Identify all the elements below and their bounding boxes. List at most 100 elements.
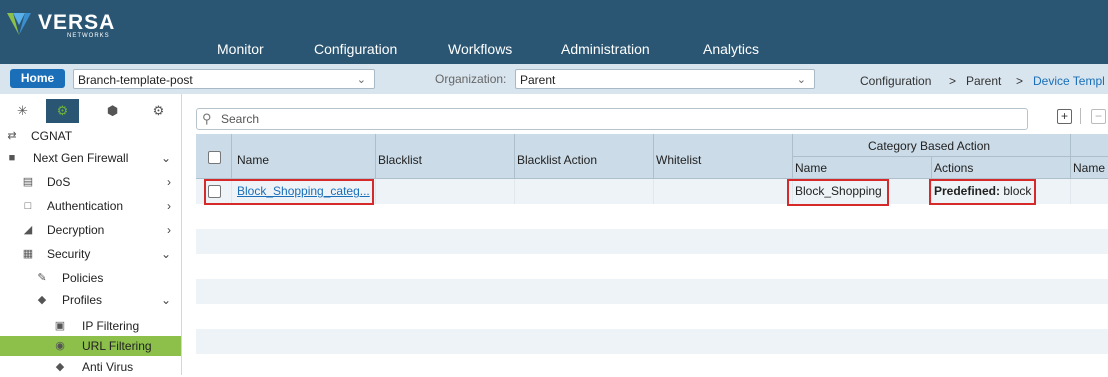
highlight-box-cba-action — [929, 179, 1036, 205]
empty-row — [196, 304, 1108, 329]
header-select-all — [196, 134, 232, 179]
header-category-based-action-label: Category Based Action — [868, 139, 991, 153]
cube-icon[interactable]: ⬢ — [96, 99, 129, 123]
header-next-name[interactable]: Name — [1071, 157, 1108, 179]
header-cba-actions[interactable]: Actions — [932, 157, 1071, 179]
search-icon: ⚲ — [202, 111, 212, 126]
sidebar-item-security[interactable]: ▦ Security ⌄ — [0, 244, 181, 264]
context-bar: Home Branch-template-post ⌄ Organization… — [0, 64, 1108, 94]
sidebar-item-label: CGNAT — [31, 129, 73, 143]
sidebar-item-cgnat[interactable]: ⇄ CGNAT — [0, 126, 181, 146]
search-input[interactable]: ⚲ Search — [196, 108, 1028, 130]
network-icon[interactable]: ✳ — [6, 99, 39, 123]
brand-sub: NETWORKS — [67, 33, 110, 39]
empty-row — [196, 254, 1108, 279]
firewall-icon: ■ — [8, 152, 16, 164]
organization-label: Organization: — [435, 72, 507, 86]
organization-select-value: Parent — [520, 73, 556, 87]
chevron-down-icon: ⌄ — [160, 151, 171, 165]
row-whitelist-cell — [654, 179, 793, 204]
nav-administration[interactable]: Administration — [561, 41, 650, 57]
cgnat-icon: ⇄ — [7, 130, 17, 142]
sidebar-item-label: Anti Virus — [82, 360, 134, 374]
unlock-icon: ◢ — [23, 224, 33, 236]
header-blacklist-action-label: Blacklist Action — [517, 153, 598, 167]
chevron-down-icon: ⌄ — [160, 293, 171, 307]
security-wall-icon: ▦ — [22, 248, 34, 260]
sidebar-item-dos[interactable]: ▤ DoS › — [0, 172, 181, 192]
sidebar-item-url-filtering[interactable]: ◉ URL Filtering — [0, 336, 181, 356]
row-next-cell — [1071, 179, 1108, 204]
select-all-checkbox[interactable] — [208, 151, 221, 164]
breadcrumb-parent[interactable]: Parent — [966, 74, 1001, 88]
sidebar-item-label: Policies — [62, 271, 104, 285]
sidebar-item-label: URL Filtering — [82, 339, 152, 353]
header-blacklist-action[interactable]: Blacklist Action — [515, 134, 654, 179]
shield-icon: ◆ — [55, 361, 65, 373]
row-blacklist-cell — [376, 179, 515, 204]
sidebar-item-label: Authentication — [47, 199, 124, 213]
organization-select[interactable]: Parent ⌄ — [515, 69, 815, 89]
chevron-down-icon: ⌄ — [160, 247, 171, 261]
highlight-box-name — [204, 179, 374, 205]
nav-monitor[interactable]: Monitor — [217, 41, 264, 57]
nav-analytics[interactable]: Analytics — [703, 41, 759, 57]
versa-logo-icon — [7, 13, 31, 35]
header-cba-name[interactable]: Name — [793, 157, 932, 179]
sidebar-item-authentication[interactable]: □ Authentication › — [0, 196, 181, 216]
policies-icon: ✎ — [37, 272, 47, 284]
highlight-box-cba-name — [787, 179, 889, 206]
header-next-group — [1071, 134, 1108, 157]
sidebar-item-label: Profiles — [62, 293, 103, 307]
header-cba-name-label: Name — [795, 161, 828, 175]
breadcrumb-separator: > — [1016, 74, 1024, 88]
search-placeholder: Search — [221, 112, 260, 126]
empty-row — [196, 229, 1108, 254]
sidebar-item-label: Decryption — [47, 223, 105, 237]
header-blacklist[interactable]: Blacklist — [376, 134, 515, 179]
header-next-name-label: Name — [1073, 161, 1106, 175]
authentication-icon: □ — [24, 200, 32, 212]
sidebar-item-ip-filtering[interactable]: ▣ IP Filtering — [0, 316, 181, 336]
empty-row — [196, 354, 1108, 375]
chevron-right-icon: › — [167, 175, 171, 189]
sidebar-item-anti-virus[interactable]: ◆ Anti Virus — [0, 357, 181, 377]
header-name-label: Name — [237, 153, 270, 167]
top-header: VERSA NETWORKS Monitor Configuration Wor… — [0, 0, 1108, 64]
services-icon[interactable]: ⚙ — [142, 99, 175, 123]
sidebar-item-decryption[interactable]: ◢ Decryption › — [0, 220, 181, 240]
chevron-right-icon: › — [167, 199, 171, 213]
sidebar: ✳ ⚙ ⬢ ⚙ ⇄ CGNAT ■ Next Gen Firewall ⌄ ▤ … — [0, 94, 182, 375]
remove-button[interactable]: − — [1091, 109, 1106, 124]
sidebar-icon-tabs: ✳ ⚙ ⬢ ⚙ — [0, 97, 181, 125]
empty-row — [196, 329, 1108, 354]
sidebar-item-label: IP Filtering — [82, 319, 140, 333]
header-whitelist-label: Whitelist — [656, 153, 702, 167]
home-button[interactable]: Home — [10, 69, 65, 88]
empty-row — [196, 204, 1108, 229]
breadcrumb-configuration[interactable]: Configuration — [860, 74, 931, 88]
globe-icon: ◉ — [55, 340, 65, 352]
sidebar-item-profiles[interactable]: ◆ Profiles ⌄ — [0, 290, 181, 310]
gear-icon[interactable]: ⚙ — [46, 99, 79, 123]
monitor-icon: ▣ — [54, 320, 66, 332]
breadcrumb-separator: > — [949, 74, 957, 88]
add-button[interactable]: + — [1057, 109, 1072, 124]
row-blacklist-action-cell — [515, 179, 654, 204]
toolbar-divider — [1080, 108, 1081, 124]
header-name[interactable]: Name — [232, 134, 376, 179]
template-select[interactable]: Branch-template-post ⌄ — [73, 69, 375, 89]
nav-configuration[interactable]: Configuration — [314, 41, 397, 57]
header-whitelist[interactable]: Whitelist — [654, 134, 793, 179]
nav-workflows[interactable]: Workflows — [448, 41, 512, 57]
header-cba-actions-label: Actions — [934, 161, 974, 175]
sidebar-item-label: Security — [47, 247, 91, 261]
chevron-right-icon: › — [167, 223, 171, 237]
sidebar-item-policies[interactable]: ✎ Policies — [0, 268, 181, 288]
breadcrumb-device-template[interactable]: Device Templ — [1033, 74, 1105, 88]
header-blacklist-label: Blacklist — [378, 153, 423, 167]
sidebar-item-label: Next Gen Firewall — [33, 151, 129, 165]
sidebar-item-next-gen-firewall[interactable]: ■ Next Gen Firewall ⌄ — [0, 148, 181, 168]
versa-logo[interactable]: VERSA NETWORKS — [5, 7, 115, 41]
sidebar-item-label: DoS — [47, 175, 71, 189]
